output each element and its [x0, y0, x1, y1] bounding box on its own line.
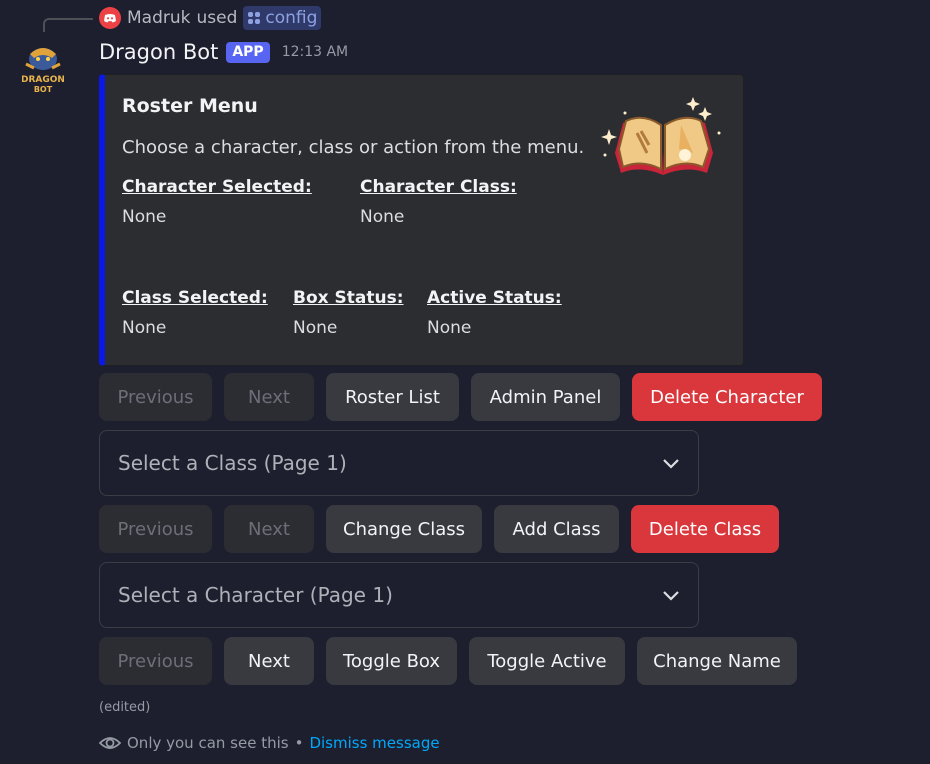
- character-select-placeholder: Select a Character (Page 1): [118, 583, 393, 607]
- field-name: Box Status:: [293, 288, 404, 308]
- field-value: None: [360, 207, 405, 227]
- bot-name[interactable]: Dragon Bot: [99, 40, 218, 64]
- button-row-characters: Previous Next Roster List Admin Panel De…: [99, 373, 822, 421]
- chevron-down-icon: [663, 591, 679, 601]
- reply-context: Madruk used config: [99, 6, 322, 30]
- embed-description: Choose a character, class or action from…: [122, 137, 585, 158]
- toggle-active-button[interactable]: Toggle Active: [469, 637, 625, 685]
- character-select[interactable]: Select a Character (Page 1): [99, 562, 699, 628]
- app-badge: APP: [226, 41, 270, 63]
- delete-class-button[interactable]: Delete Class: [631, 505, 779, 553]
- previous-button[interactable]: Previous: [99, 505, 212, 553]
- ephemeral-notice: Only you can see this • Dismiss message: [99, 734, 440, 752]
- avatar-text-1: DRAGON: [22, 75, 64, 85]
- spellbook-icon[interactable]: [601, 93, 727, 193]
- field-name: Character Selected:: [122, 177, 312, 197]
- button-row-classes: Previous Next Change Class Add Class Del…: [99, 505, 779, 553]
- next-button[interactable]: Next: [224, 505, 314, 553]
- class-select-placeholder: Select a Class (Page 1): [118, 451, 347, 475]
- admin-panel-button[interactable]: Admin Panel: [471, 373, 620, 421]
- next-button[interactable]: Next: [224, 637, 314, 685]
- command-name: config: [265, 8, 318, 28]
- reply-username[interactable]: Madruk: [127, 8, 190, 28]
- field-value: None: [427, 318, 472, 338]
- previous-button[interactable]: Previous: [99, 373, 212, 421]
- roster-embed: Roster Menu Choose a character, class or…: [99, 74, 744, 366]
- field-character-selected: Character Selected: None: [122, 177, 312, 227]
- edited-label: (edited): [99, 700, 151, 715]
- field-value: None: [122, 207, 167, 227]
- change-class-button[interactable]: Change Class: [326, 505, 482, 553]
- field-name: Character Class:: [360, 177, 517, 197]
- avatar[interactable]: DRAGON BOT: [21, 44, 65, 98]
- avatar-text-2: BOT: [34, 85, 53, 94]
- eye-icon: [99, 737, 121, 749]
- field-value: None: [122, 318, 167, 338]
- toggle-box-button[interactable]: Toggle Box: [326, 637, 457, 685]
- next-button[interactable]: Next: [224, 373, 314, 421]
- field-class-selected: Class Selected: None: [122, 288, 268, 338]
- separator: •: [294, 734, 304, 752]
- only-you-text: Only you can see this: [127, 734, 289, 752]
- embed-title: Roster Menu: [122, 95, 258, 117]
- field-value: None: [293, 318, 338, 338]
- field-name: Active Status:: [427, 288, 562, 308]
- field-character-class: Character Class: None: [360, 177, 517, 227]
- roster-list-button[interactable]: Roster List: [326, 373, 459, 421]
- command-mention[interactable]: config: [243, 6, 322, 30]
- class-select[interactable]: Select a Class (Page 1): [99, 430, 699, 496]
- field-box-status: Box Status: None: [293, 288, 404, 338]
- command-icon: [248, 12, 261, 24]
- field-active-status: Active Status: None: [427, 288, 562, 338]
- chevron-down-icon: [663, 459, 679, 469]
- reply-used-text: used: [196, 8, 238, 28]
- button-row-actions: Previous Next Toggle Box Toggle Active C…: [99, 637, 797, 685]
- previous-button[interactable]: Previous: [99, 637, 212, 685]
- reply-connector: [43, 18, 93, 32]
- delete-character-button[interactable]: Delete Character: [632, 373, 822, 421]
- message-timestamp[interactable]: 12:13 AM: [282, 44, 348, 60]
- discord-logo-icon[interactable]: [99, 7, 121, 29]
- dismiss-message-link[interactable]: Dismiss message: [309, 734, 439, 752]
- field-name: Class Selected:: [122, 288, 268, 308]
- change-name-button[interactable]: Change Name: [637, 637, 797, 685]
- add-class-button[interactable]: Add Class: [494, 505, 619, 553]
- message-header: Dragon Bot APP 12:13 AM: [99, 40, 348, 64]
